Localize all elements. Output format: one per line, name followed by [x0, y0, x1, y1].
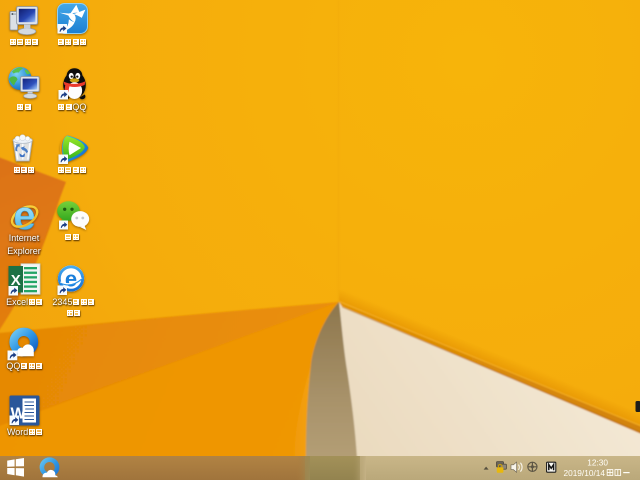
svg-text:2019/10/14: 2019/10/14	[563, 468, 605, 478]
svg-text:12:30: 12:30	[587, 457, 608, 467]
